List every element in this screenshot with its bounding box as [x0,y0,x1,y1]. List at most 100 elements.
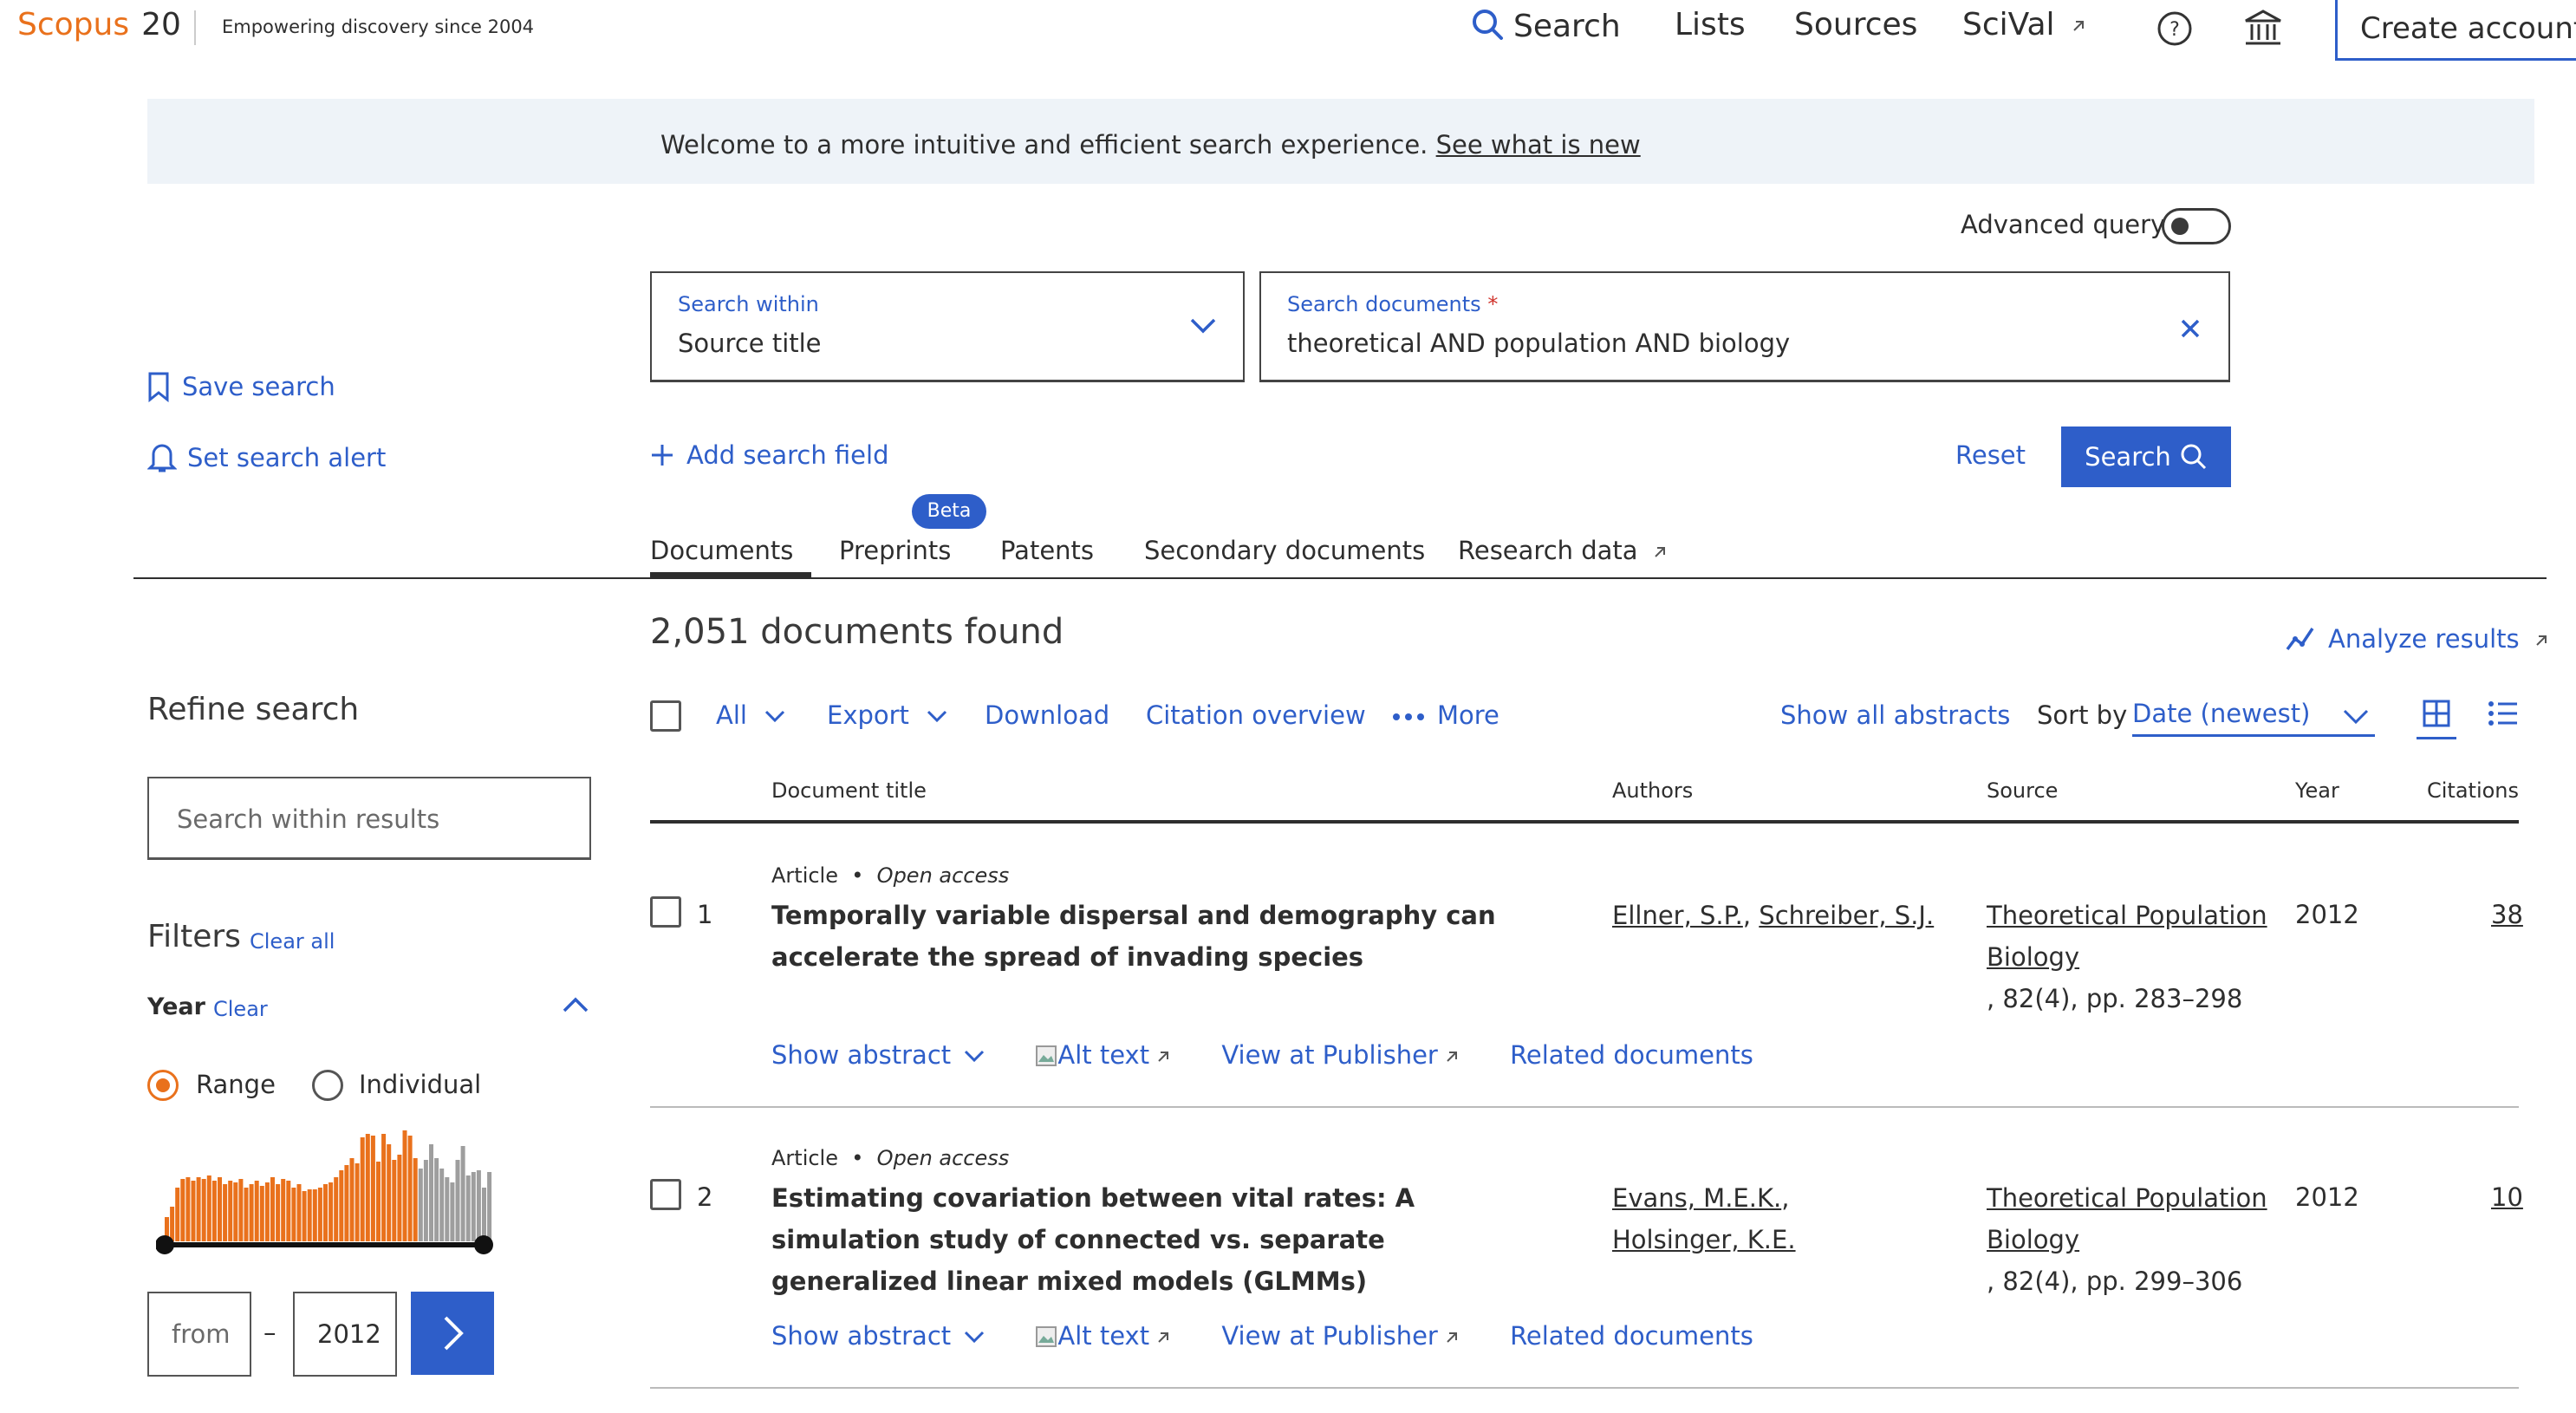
range-start-handle[interactable] [156,1235,174,1254]
save-search-link[interactable]: Save search [147,371,335,403]
column-document-title: Document title [771,778,927,803]
individual-radio[interactable] [312,1070,343,1101]
show-all-abstracts-button[interactable]: Show all abstracts [1780,700,2010,730]
document-title-link[interactable]: Temporally variable dispersal and demogr… [771,895,1551,978]
row-divider [650,1387,2519,1389]
analyze-results-link[interactable]: Analyze results [2285,624,2550,654]
clear-all-filters-link[interactable]: Clear all [250,929,335,954]
add-search-field-button[interactable]: Add search field [650,440,889,470]
year-clear-link[interactable]: Clear [213,997,268,1021]
export-dropdown[interactable]: Export [827,700,948,730]
range-radio[interactable] [147,1070,179,1101]
nav-lists[interactable]: Lists [1675,7,1746,42]
more-label: More [1437,700,1499,730]
download-button[interactable]: Download [985,700,1109,730]
alt-text-label: Alt text [1057,1321,1150,1351]
tab-documents[interactable]: Documents [650,536,793,565]
create-account-button[interactable]: Create account [2335,0,2576,61]
year-histogram[interactable] [156,1123,589,1271]
histogram-bar [397,1155,402,1241]
scopus-logo[interactable]: Scopus 20 [17,7,181,42]
author-link[interactable]: Schreiber, S.J. [1759,901,1934,930]
tab-patents[interactable]: Patents [1000,536,1094,565]
external-link-icon [2073,21,2084,31]
search-button[interactable]: Search [2061,427,2231,487]
source-detail: , 82(4), pp. 299–306 [1987,1266,2243,1296]
search-within-results-input[interactable]: Search within results [147,777,591,860]
search-within-select[interactable]: Search within Source title [650,271,1245,382]
citations-count-link[interactable]: 10 [2491,1182,2523,1212]
related-documents-link[interactable]: Related documents [1510,1321,1753,1351]
list-view-icon[interactable] [2488,699,2519,728]
histogram-bar [344,1165,349,1241]
broken-image-icon [1036,1045,1057,1066]
show-abstract-button[interactable]: Show abstract [771,1040,986,1070]
author-link[interactable]: Ellner, S.P. [1612,901,1743,930]
source-link[interactable]: Theoretical Population Biology [1987,1183,2267,1254]
show-abstract-button[interactable]: Show abstract [771,1321,986,1351]
tab-research-data[interactable]: Research data [1458,536,1669,565]
doc-type-row-2: Article • Open access [771,1146,1010,1170]
search-documents-input[interactable]: theoretical AND population AND biology [1287,329,1790,358]
histogram-bar [196,1177,201,1241]
view-at-publisher-link[interactable]: View at Publisher [1221,1040,1460,1070]
search-icon [2181,444,2206,470]
histogram-bar [317,1188,322,1241]
row-checkbox-2[interactable] [650,1179,681,1210]
row-number: 2 [697,1182,713,1212]
view-at-publisher-link[interactable]: View at Publisher [1221,1321,1460,1351]
all-dropdown[interactable]: All [716,700,786,730]
range-end-handle[interactable] [474,1235,493,1254]
authors-row-2: Evans, M.E.K., Holsinger, K.E. [1612,1183,1796,1254]
tab-secondary-documents[interactable]: Secondary documents [1144,536,1425,565]
histogram-bar [387,1144,392,1241]
see-what-is-new-link[interactable]: See what is new [1436,130,1641,160]
sort-by-label: Sort by [2037,700,2128,730]
row-divider [650,1106,2519,1108]
histogram-bar [180,1179,185,1241]
more-button[interactable]: More [1392,700,1499,730]
author-link[interactable]: Holsinger, K.E. [1612,1225,1796,1254]
set-search-alert-link[interactable]: Set search alert [146,440,386,473]
external-link-icon [2536,635,2547,646]
related-documents-link[interactable]: Related documents [1510,1040,1753,1070]
source-link[interactable]: Theoretical Population Biology [1987,901,2267,972]
chevron-down-icon [965,1331,985,1344]
histogram-bar [407,1136,413,1241]
document-title-link[interactable]: Estimating covariation between vital rat… [771,1177,1551,1302]
histogram-bar [329,1182,334,1241]
bell-icon [146,444,178,472]
histogram-bar [296,1184,302,1241]
histogram-bar [392,1160,397,1241]
alt-text-link[interactable]: Alt text [1035,1321,1172,1351]
year-from-input[interactable]: from [147,1292,251,1377]
search-documents-field[interactable]: Search documents * theoretical AND popul… [1259,271,2230,382]
chevron-up-icon[interactable] [562,995,589,1014]
apply-year-range-button[interactable] [411,1292,494,1375]
chevron-down-icon [2343,709,2369,725]
row-checkbox-1[interactable] [650,896,681,928]
help-icon[interactable]: ? [2156,10,2193,47]
histogram-bar [233,1182,238,1241]
nav-sources[interactable]: Sources [1794,7,1917,42]
sort-select[interactable]: Date (newest) [2132,699,2375,737]
histogram-bar [360,1137,365,1241]
tab-preprints[interactable]: Preprints [839,536,951,565]
grid-view-button[interactable] [2417,693,2456,739]
reset-button[interactable]: Reset [1955,440,2026,470]
nav-scival[interactable]: SciVal [1962,7,2087,42]
advanced-query-toggle[interactable] [2162,208,2231,244]
author-link[interactable]: Evans, M.E.K. [1612,1183,1781,1213]
nav-search[interactable]: Search [1470,7,1621,44]
year-to-input[interactable]: 2012 [293,1292,397,1377]
view-at-publisher-label: View at Publisher [1221,1040,1438,1070]
clear-icon[interactable] [2180,318,2201,339]
chevron-down-icon [1190,318,1216,334]
institution-icon[interactable] [2243,9,2283,47]
authors-row-1: Ellner, S.P., Schreiber, S.J. [1612,901,1935,930]
citations-count-link[interactable]: 38 [2491,900,2523,929]
add-search-field-label: Add search field [686,440,889,470]
citation-overview-button[interactable]: Citation overview [1146,700,1366,730]
select-all-checkbox[interactable] [650,700,681,732]
alt-text-link[interactable]: Alt text [1035,1040,1172,1070]
